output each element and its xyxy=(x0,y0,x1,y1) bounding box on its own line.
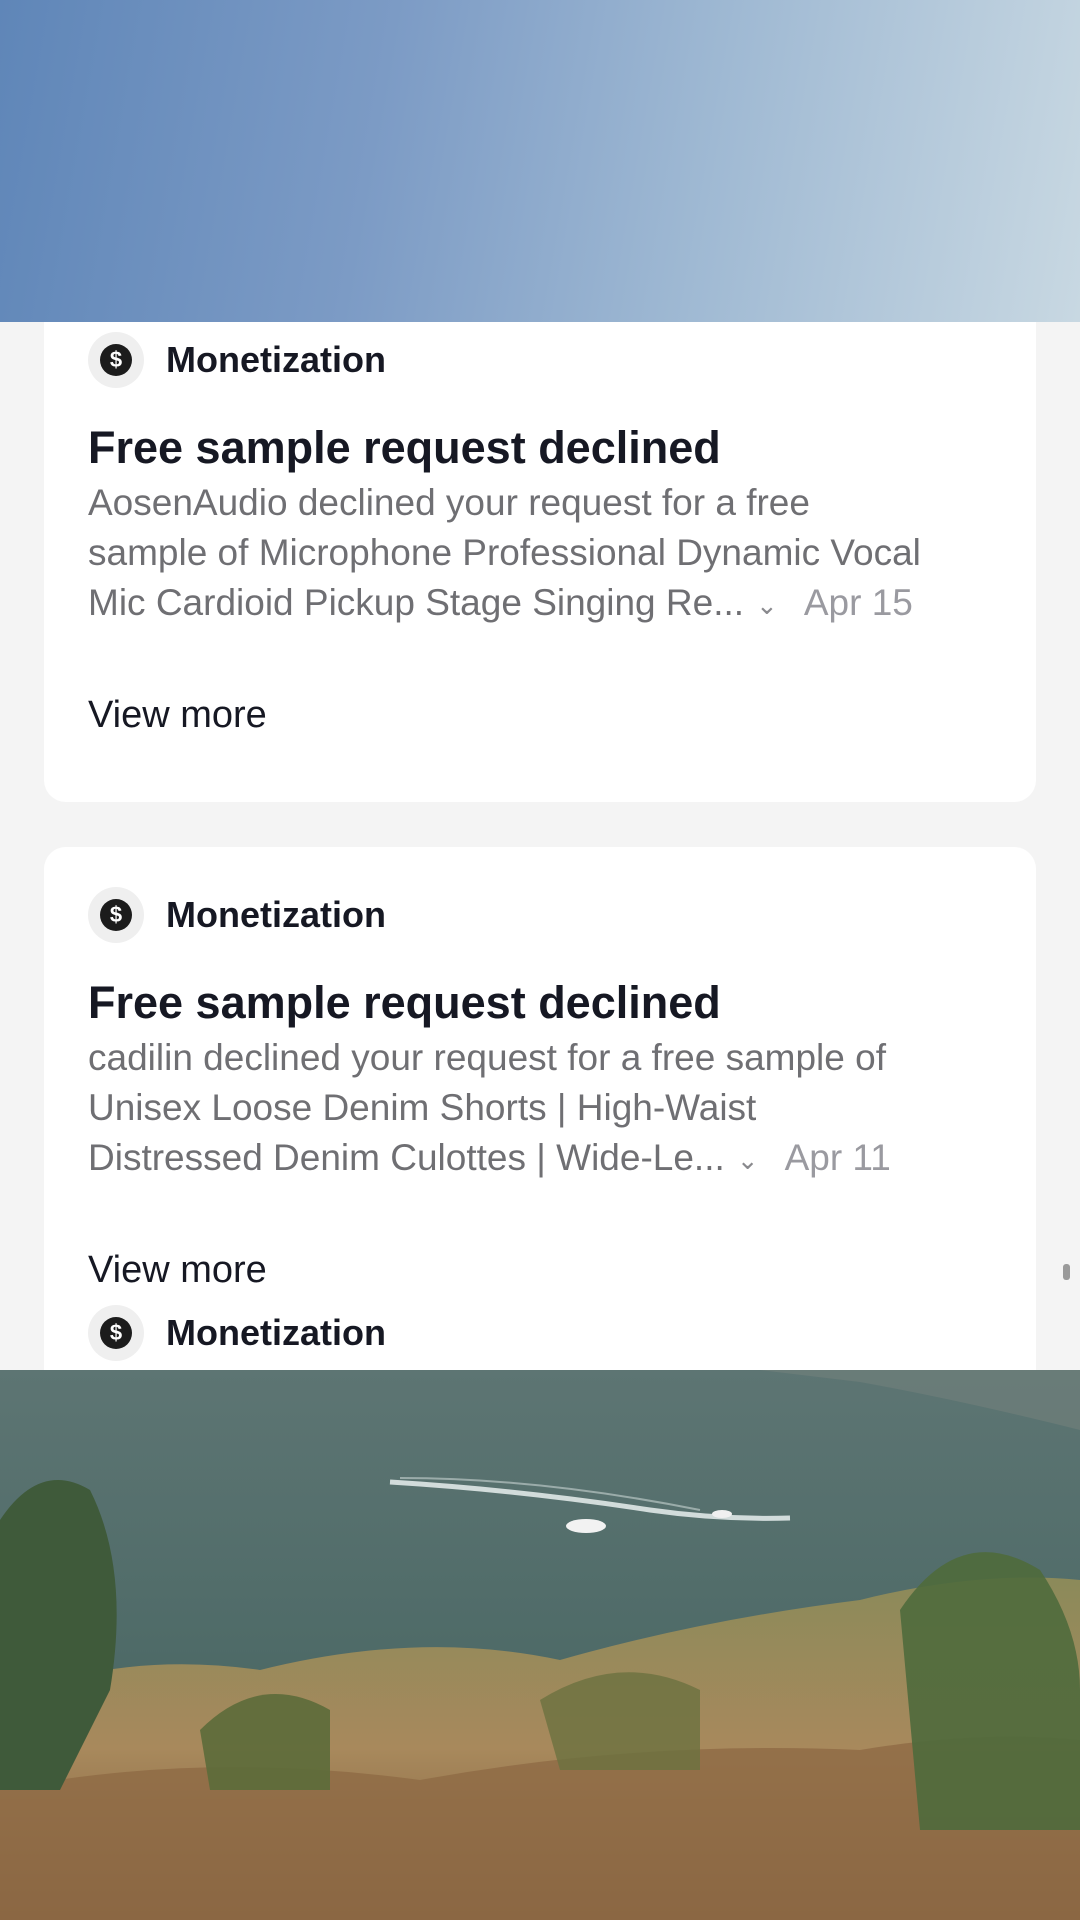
notification-category-row: $ Monetization xyxy=(88,1305,386,1361)
dollar-icon: $ xyxy=(88,887,144,943)
notification-date: Apr 11 xyxy=(784,1137,891,1178)
notification-body: cadilin declined your request for a free… xyxy=(88,1033,1008,1185)
view-more-button[interactable]: View more xyxy=(88,1249,267,1292)
dollar-icon: $ xyxy=(88,1305,144,1361)
notification-card[interactable]: $ Monetization Free sample request decli… xyxy=(44,322,1036,802)
notification-category-label: Monetization xyxy=(166,339,386,380)
notification-body-line: Unisex Loose Denim Shorts | High-Waist xyxy=(88,1087,757,1128)
notification-body: AosenAudio declined your request for a f… xyxy=(88,478,1008,630)
video-background-landscape xyxy=(0,1370,1080,1920)
notification-body-line: Mic Cardioid Pickup Stage Singing Re... xyxy=(88,582,745,623)
notification-title: Free sample request declined xyxy=(88,422,721,473)
view-more-button[interactable]: View more xyxy=(88,694,267,737)
notification-card[interactable]: $ Monetization Free sample request decli… xyxy=(44,847,1036,1370)
notification-category-row: $ Monetization xyxy=(88,332,386,388)
scrollbar-thumb[interactable] xyxy=(1063,1264,1070,1280)
notification-title: Free sample request declined xyxy=(88,977,721,1028)
notification-feed[interactable]: $ Monetization Free sample request decli… xyxy=(0,322,1080,1370)
notification-category-label: Monetization xyxy=(166,894,386,935)
notification-body-line: Distressed Denim Culottes | Wide-Le... xyxy=(88,1137,725,1178)
notification-category-row: $ Monetization xyxy=(88,887,386,943)
notification-category-label: Monetization xyxy=(166,1312,386,1353)
dollar-icon: $ xyxy=(88,332,144,388)
chevron-down-icon[interactable]: ⌄ xyxy=(737,1135,759,1185)
notification-body-line: sample of Microphone Professional Dynami… xyxy=(88,532,921,573)
chevron-down-icon[interactable]: ⌄ xyxy=(756,580,778,630)
notification-body-line: cadilin declined your request for a free… xyxy=(88,1037,886,1078)
notification-body-line: AosenAudio declined your request for a f… xyxy=(88,482,810,523)
video-background-sky xyxy=(0,0,1080,322)
notification-date: Apr 15 xyxy=(803,582,913,623)
